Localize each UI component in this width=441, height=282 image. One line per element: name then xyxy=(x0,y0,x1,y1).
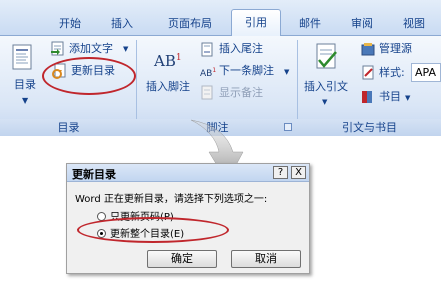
bibliography-button[interactable]: 书目 xyxy=(379,89,401,105)
next-footnote-icon: AB1 xyxy=(200,67,217,79)
toc-group-label: 目录 xyxy=(0,119,137,136)
help-button[interactable]: ? xyxy=(273,166,288,179)
toc-dropdown-icon[interactable]: ▼ xyxy=(22,93,28,109)
toc-button-label[interactable]: 目录 xyxy=(14,77,36,93)
add-text-button[interactable]: 添加文字 xyxy=(69,41,113,57)
close-button[interactable]: X xyxy=(291,166,306,179)
show-notes-icon xyxy=(201,85,213,100)
citations-group-label: 引文与书目 xyxy=(298,119,441,136)
insert-footnote-button[interactable]: 插入脚注 xyxy=(146,79,190,95)
bibliography-dropdown-icon[interactable]: ▼ xyxy=(405,90,410,106)
bibliography-icon xyxy=(362,91,372,103)
style-icon xyxy=(362,65,374,80)
dialog-title: 更新目录 xyxy=(72,168,116,181)
manage-sources-button[interactable]: 管理源 xyxy=(379,41,412,57)
update-toc-highlight xyxy=(42,57,136,95)
dialog-prompt: Word 正在更新目录，请选择下列选项之一: xyxy=(75,194,268,205)
cancel-button[interactable]: 取消 xyxy=(231,250,301,268)
tab-mailings[interactable]: 邮件 xyxy=(288,12,332,35)
update-toc-dialog: 更新目录 ? X Word 正在更新目录，请选择下列选项之一: 只更新页码(P)… xyxy=(66,163,310,274)
tab-review[interactable]: 审阅 xyxy=(340,12,384,35)
add-text-icon xyxy=(51,41,64,56)
add-text-dropdown-icon[interactable]: ▼ xyxy=(123,41,128,57)
tab-insert[interactable]: 插入 xyxy=(100,12,144,35)
tab-references[interactable]: 引用 xyxy=(231,9,281,36)
next-footnote-button[interactable]: 下一条脚注 xyxy=(219,63,274,79)
tab-home[interactable]: 开始 xyxy=(48,12,92,35)
insert-citation-icon xyxy=(316,43,337,69)
show-notes-button[interactable]: 显示备注 xyxy=(219,85,263,101)
ok-button[interactable]: 确定 xyxy=(147,250,217,268)
style-label: 样式: xyxy=(379,66,405,79)
next-footnote-dropdown-icon[interactable]: ▼ xyxy=(284,64,289,80)
tab-page-layout[interactable]: 页面布局 xyxy=(156,12,224,35)
tab-view[interactable]: 视图 xyxy=(392,12,436,35)
toc-icon xyxy=(12,44,32,70)
insert-citation-button[interactable]: 插入引文 xyxy=(304,79,348,95)
insert-endnote-icon xyxy=(201,42,213,57)
insert-citation-dropdown-icon[interactable]: ▼ xyxy=(322,94,327,110)
manage-sources-icon xyxy=(361,43,375,56)
entire-table-highlight xyxy=(77,217,229,243)
style-select[interactable]: APA xyxy=(411,63,441,82)
footnotes-dialog-launcher-icon[interactable] xyxy=(284,123,292,131)
insert-endnote-button[interactable]: 插入尾注 xyxy=(219,41,263,57)
ribbon-tab-strip: 开始 插入 页面布局 引用 邮件 审阅 视图 xyxy=(0,0,441,36)
insert-footnote-icon: AB1 xyxy=(154,52,182,70)
dialog-title-bar: 更新目录 ? X xyxy=(67,164,309,182)
